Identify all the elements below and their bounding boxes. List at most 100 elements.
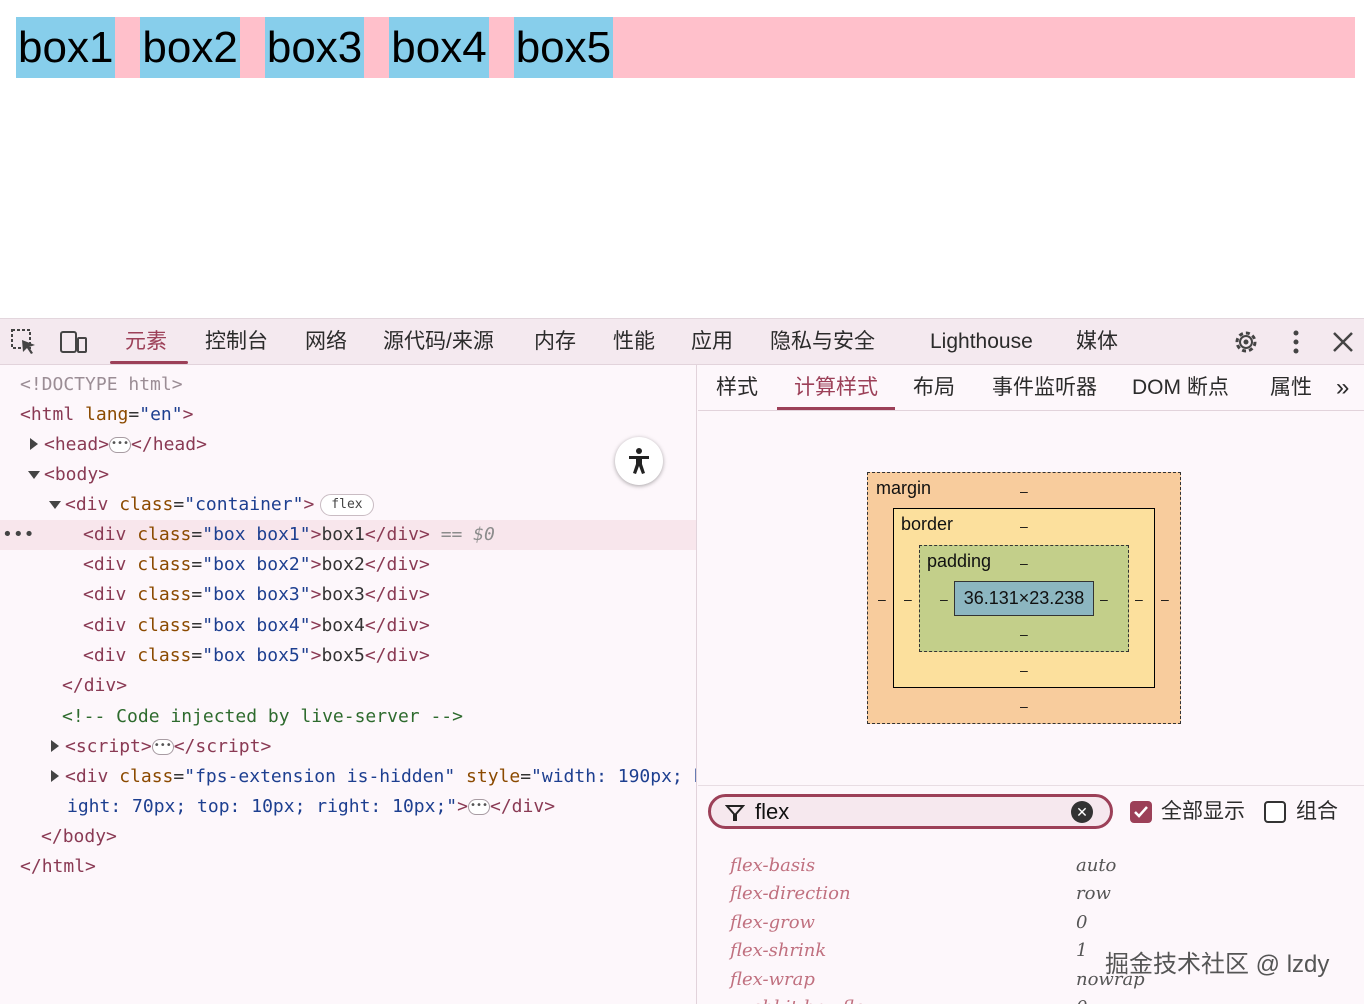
box-5: box5 <box>513 17 614 78</box>
tab-lighthouse[interactable]: Lighthouse <box>930 319 1033 365</box>
clear-filter-icon[interactable]: ✕ <box>1071 801 1093 823</box>
border-top-value[interactable]: – <box>1020 518 1028 534</box>
tree-fps-div-wrap[interactable]: ight: 70px; top: 10px; right: 10px;"> •••… <box>67 792 555 822</box>
style-value-part2: ight: 70px; top: 10px; right: 10px;" <box>67 796 458 817</box>
expand-triangle-icon[interactable] <box>51 770 59 782</box>
computed-prop-value: 1 <box>1076 940 1088 961</box>
more-tabs-chevron-icon[interactable]: » <box>1336 365 1349 411</box>
computed-prop-name[interactable]: flex-grow <box>730 909 815 937</box>
padding-left-value[interactable]: – <box>940 591 948 607</box>
group-checkbox[interactable] <box>1264 801 1286 823</box>
ellipsis-icon[interactable]: ••• <box>151 739 174 755</box>
tree-html[interactable]: <html lang="en"> <box>20 400 193 430</box>
show-all-label[interactable]: 全部显示 <box>1161 796 1245 828</box>
border-right-value[interactable]: – <box>1135 591 1143 607</box>
computed-prop-name[interactable]: flex-wrap <box>730 966 815 994</box>
collapse-triangle-icon[interactable] <box>49 501 61 509</box>
tab-computed[interactable]: 计算样式 <box>794 365 878 411</box>
tab-memory[interactable]: 内存 <box>534 319 576 365</box>
accessibility-tree-button[interactable] <box>615 437 663 485</box>
computed-prop-value: 0 <box>1076 994 1087 1004</box>
tab-media[interactable]: 媒体 <box>1076 319 1118 365</box>
more-vert-icon[interactable] <box>1281 327 1311 357</box>
tree-body[interactable]: <body> <box>28 460 109 490</box>
row-menu-icon[interactable]: ••• <box>2 520 35 550</box>
close-icon[interactable] <box>1328 327 1358 357</box>
tree-container-close[interactable]: </div> <box>62 671 127 701</box>
div-tag: div <box>75 494 109 515</box>
box-model-border: border – – – – padding – – – – 36.131×23… <box>893 508 1155 688</box>
tab-network[interactable]: 网络 <box>305 319 347 365</box>
margin-right-value[interactable]: – <box>1161 591 1169 607</box>
computed-prop-name[interactable]: flex-basis <box>730 852 815 880</box>
tree-script[interactable]: <script> ••• </script> <box>51 732 271 762</box>
class-value: "container" <box>184 494 304 515</box>
flex-badge[interactable]: flex <box>320 494 374 516</box>
tab-styles[interactable]: 样式 <box>716 365 758 411</box>
border-left-value[interactable]: – <box>904 591 912 607</box>
tab-sources[interactable]: 源代码/来源 <box>383 319 494 365</box>
inspect-icon[interactable] <box>9 327 39 357</box>
collapse-triangle-icon[interactable] <box>28 471 40 479</box>
border-bottom-value[interactable]: – <box>1020 662 1028 678</box>
active-tab-indicator <box>110 361 188 364</box>
computed-prop-name[interactable]: flex-direction <box>730 880 851 908</box>
div-close-tag: div <box>83 675 117 696</box>
computed-prop-name[interactable]: -webkit-box-flex <box>730 994 875 1004</box>
tree-row-box5[interactable]: <div class="box box5">box5</div> <box>83 641 430 671</box>
div-tag: div <box>93 584 127 605</box>
box-model-content-size[interactable]: 36.131×23.238 <box>954 581 1094 616</box>
expand-triangle-icon[interactable] <box>51 740 59 752</box>
devtools-panel: 元素 控制台 网络 源代码/来源 内存 性能 应用 隐私与安全 Lighthou… <box>0 318 1364 1004</box>
tab-layout[interactable]: 布局 <box>913 365 955 411</box>
style-value-part1: "width: 190px; he <box>531 766 697 787</box>
tree-fps-div[interactable]: <div class="fps-extension is-hidden" sty… <box>51 762 697 792</box>
class-attr: class <box>137 615 192 636</box>
show-all-checkbox[interactable] <box>1130 801 1152 823</box>
filter-input[interactable] <box>755 799 1055 825</box>
class-attr: class <box>119 494 174 515</box>
tree-head[interactable]: <head> ••• </head> <box>30 430 207 460</box>
tab-performance[interactable]: 性能 <box>613 319 655 365</box>
tree-row-box3[interactable]: <div class="box box3">box3</div> <box>83 580 430 610</box>
tab-privacy-security[interactable]: 隐私与安全 <box>770 319 875 365</box>
class-attr: class <box>137 645 192 666</box>
tab-properties[interactable]: 属性 <box>1270 365 1312 411</box>
computed-prop-name[interactable]: flex-shrink <box>730 937 826 965</box>
tree-row-box2[interactable]: <div class="box box2">box2</div> <box>83 550 430 580</box>
tree-row-box1-selected[interactable]: ••• <div class="box box1">box1</div> == … <box>0 520 696 550</box>
expand-triangle-icon[interactable] <box>30 438 38 450</box>
class-value: "box box4" <box>202 615 311 636</box>
tree-row-box4[interactable]: <div class="box box4">box4</div> <box>83 611 430 641</box>
tree-doctype[interactable]: <!DOCTYPE html> <box>20 370 183 400</box>
computed-filter-row: ✕ 全部显示 组合 <box>698 785 1364 837</box>
box-model-padding: padding – – – – 36.131×23.238 <box>919 545 1129 652</box>
tab-console[interactable]: 控制台 <box>205 319 268 365</box>
tab-dom-breakpoints[interactable]: DOM 断点 <box>1132 365 1229 411</box>
ellipsis-icon[interactable]: ••• <box>109 437 132 453</box>
tab-event-listeners[interactable]: 事件监听器 <box>992 365 1097 411</box>
margin-bottom-value[interactable]: – <box>1020 698 1028 714</box>
tree-html-close[interactable]: </html> <box>20 852 96 882</box>
filter-box[interactable]: ✕ <box>708 794 1113 829</box>
script-open-tag: script <box>75 736 141 757</box>
tree-container[interactable]: <div class="container"> flex <box>49 490 374 520</box>
margin-top-value[interactable]: – <box>1020 483 1028 499</box>
padding-right-value[interactable]: – <box>1100 591 1108 607</box>
tab-elements[interactable]: 元素 <box>125 319 167 365</box>
device-toggle-icon[interactable] <box>58 327 88 357</box>
padding-top-value[interactable]: – <box>1020 555 1028 571</box>
tree-comment[interactable]: <!-- Code injected by live-server --> <box>62 702 463 732</box>
computed-prop-value: 0 <box>1076 912 1088 933</box>
padding-bottom-value[interactable]: – <box>1020 626 1028 642</box>
html-tag: html <box>30 404 75 425</box>
tab-application[interactable]: 应用 <box>691 319 733 365</box>
group-label[interactable]: 组合 <box>1296 796 1338 828</box>
tree-body-close[interactable]: </body> <box>41 822 117 852</box>
body-close-tag: body <box>62 826 107 847</box>
box-model-margin: margin – – – – border – – – – padding – … <box>867 472 1181 724</box>
box-2: box2 <box>140 17 240 78</box>
ellipsis-icon[interactable]: ••• <box>467 799 490 815</box>
margin-left-value[interactable]: – <box>878 591 886 607</box>
gear-icon[interactable] <box>1231 327 1261 357</box>
